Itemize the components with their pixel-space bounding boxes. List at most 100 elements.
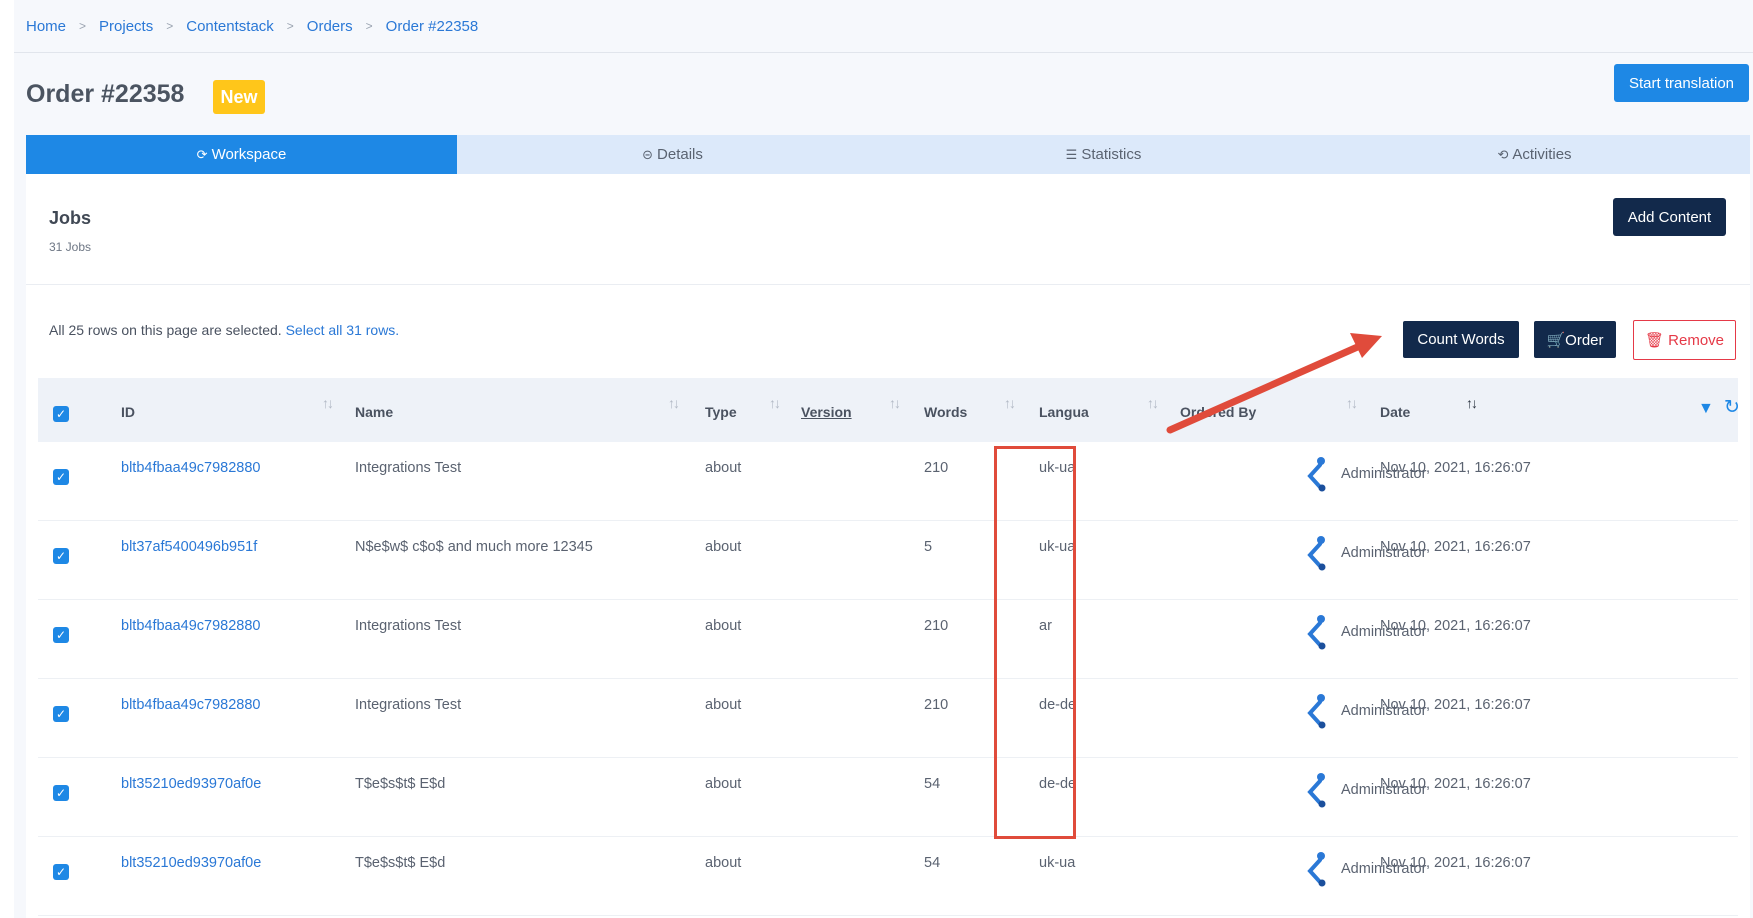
jobs-count: 31 Jobs [49,240,92,254]
column-header-type[interactable]: Type [705,404,737,420]
tab-label: Activities [1512,146,1572,163]
sort-icon[interactable]: ↑↓ [322,395,334,411]
table-row: ✓ blt35210ed93970af0e T$e$s$t$ E$d about… [38,758,1738,837]
sort-icon[interactable]: ↑↓ [1147,395,1159,411]
remove-label: Remove [1668,332,1725,349]
row-words: 210 [924,697,949,713]
tab-workspace[interactable]: ⟳ Workspace [26,135,457,174]
breadcrumb-current-order[interactable]: Order #22358 [386,18,479,35]
sort-icon[interactable]: ↑↓ [769,395,781,411]
tab-label: Statistics [1081,146,1142,163]
sync-icon: ⟳ [196,146,208,162]
row-words: 210 [924,460,949,476]
refresh-icon[interactable]: ↻ [1724,396,1740,419]
tab-details[interactable]: ⊝ Details [457,135,888,174]
row-words: 54 [924,855,941,871]
order-button[interactable]: 🛒Order [1534,321,1616,358]
column-header-id[interactable]: ID [121,404,135,420]
row-date: Nov 10, 2021, 16:26:07 [1380,539,1531,555]
row-id-link[interactable]: bltb4fbaa49c7982880 [121,460,261,476]
row-words: 210 [924,618,949,634]
row-id-link[interactable]: bltb4fbaa49c7982880 [121,697,261,713]
select-all-link[interactable]: Select all 31 rows. [286,322,400,338]
page: Home > Projects > Contentstack > Orders … [14,0,1753,918]
row-type: about [705,855,742,871]
tab-activities[interactable]: ⟲ Activities [1319,135,1750,174]
row-name: Integrations Test [355,618,462,634]
count-words-button[interactable]: Count Words [1403,321,1519,358]
sort-icon[interactable]: ↑↓ [1004,395,1016,411]
row-name: T$e$s$t$ E$d [355,776,446,792]
tab-statistics[interactable]: ☰ Statistics [888,135,1319,174]
sort-desc-icon[interactable]: ↑↓ [1466,395,1478,411]
selection-notice: All 25 rows on this page are selected. S… [49,322,399,338]
row-checkbox[interactable]: ✓ [53,627,69,643]
breadcrumb-separator: > [286,19,294,33]
select-all-checkbox[interactable]: ✓ [53,406,69,422]
breadcrumb-separator: > [166,19,174,33]
contentstack-logo-icon [1307,773,1326,808]
row-id-link[interactable]: bltb4fbaa49c7982880 [121,618,261,634]
contentstack-logo-icon [1307,852,1326,887]
row-checkbox[interactable]: ✓ [53,469,69,485]
table-row: ✓ bltb4fbaa49c7982880 Integrations Test … [38,600,1738,679]
row-date: Nov 10, 2021, 16:26:07 [1380,460,1531,476]
row-name: Integrations Test [355,460,462,476]
breadcrumb-contentstack[interactable]: Contentstack [186,18,274,35]
tab-label: Details [657,146,703,163]
breadcrumb-separator: > [79,19,87,33]
row-type: about [705,539,742,555]
column-header-version[interactable]: Version [801,404,852,420]
add-content-button[interactable]: Add Content [1613,198,1726,236]
cart-icon: 🛒 [1546,331,1566,349]
column-header-name[interactable]: Name [355,404,393,420]
jobs-table: ✓ ID ↑↓ Name ↑↓ Type ↑↓ Version ↑↓ Words… [38,378,1740,916]
bar-list-icon: ☰ [1065,146,1078,162]
row-words: 54 [924,776,941,792]
row-date: Nov 10, 2021, 16:26:07 [1380,855,1531,871]
row-checkbox[interactable]: ✓ [53,548,69,564]
remove-button[interactable]: 🗑 Remove [1633,320,1736,360]
divider [14,52,1753,53]
breadcrumb-orders[interactable]: Orders [307,18,353,35]
contentstack-logo-icon [1307,694,1326,729]
column-header-language[interactable]: Langua [1039,404,1089,420]
table-row: ✓ bltb4fbaa49c7982880 Integrations Test … [38,679,1738,758]
divider [26,284,1750,285]
column-header-ordered-by[interactable]: Ordered By [1180,404,1256,420]
row-date: Nov 10, 2021, 16:26:07 [1380,697,1531,713]
status-badge: New [213,80,265,114]
filter-icon[interactable]: ▼ [1698,400,1714,418]
row-id-link[interactable]: blt35210ed93970af0e [121,776,261,792]
sort-icon[interactable]: ↑↓ [1346,395,1358,411]
column-header-words[interactable]: Words [924,404,967,420]
row-type: about [705,697,742,713]
circle-minus-icon: ⊝ [642,146,654,162]
trash-icon: 🗑 [1644,332,1669,349]
breadcrumb-projects[interactable]: Projects [99,18,153,35]
selection-text: All 25 rows on this page are selected. [49,322,282,338]
breadcrumb: Home > Projects > Contentstack > Orders … [26,16,478,36]
row-name: N$e$w$ c$o$ and much more 12345 [355,539,593,555]
jobs-title: Jobs [49,208,92,228]
sort-icon[interactable]: ↑↓ [668,395,680,411]
contentstack-logo-icon [1307,615,1326,650]
row-checkbox[interactable]: ✓ [53,864,69,880]
sort-icon[interactable]: ↑↓ [889,395,901,411]
row-type: about [705,776,742,792]
tab-label: Workspace [211,146,287,163]
table-row: ✓ blt37af5400496b951f N$e$w$ c$o$ and mu… [38,521,1738,600]
row-id-link[interactable]: blt37af5400496b951f [121,539,257,555]
row-words: 5 [924,539,933,555]
tab-bar: ⟳ Workspace ⊝ Details ☰ Statistics ⟲ Act… [26,135,1750,174]
words-column-highlight [994,446,1076,839]
column-header-date[interactable]: Date [1380,404,1410,420]
row-checkbox[interactable]: ✓ [53,785,69,801]
start-translation-button[interactable]: Start translation [1614,64,1749,102]
row-type: about [705,460,742,476]
table-row: ✓ bltb4fbaa49c7982880 Integrations Test … [38,442,1738,521]
breadcrumb-home[interactable]: Home [26,18,66,35]
row-checkbox[interactable]: ✓ [53,706,69,722]
row-id-link[interactable]: blt35210ed93970af0e [121,855,261,871]
table-header: ✓ ID ↑↓ Name ↑↓ Type ↑↓ Version ↑↓ Words… [38,378,1740,442]
